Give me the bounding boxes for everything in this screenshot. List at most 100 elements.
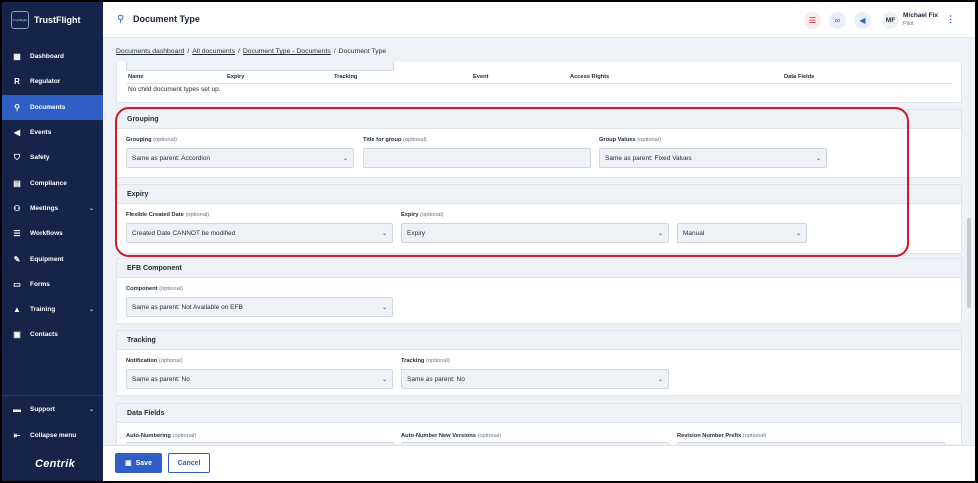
grouping-label: Grouping (optional)	[126, 137, 177, 143]
data-fields-card: Data Fields Auto-Numbering (optional) Au…	[116, 403, 962, 444]
dashboard-icon: ▦	[13, 52, 21, 62]
expiry-card: Expiry Flexible Created Date (optional) …	[116, 184, 962, 254]
data-fields-header: Data Fields	[117, 404, 961, 423]
section-title: Expiry	[127, 190, 149, 198]
announcement-icon[interactable]: ◀	[854, 12, 871, 29]
section-title: EFB Component	[127, 264, 182, 272]
sidebar: TrustFlight TrustFlight ▦ Dashboard R Re…	[2, 2, 103, 481]
tracking-label: Tracking (optional)	[401, 358, 450, 364]
grouping-select[interactable]: Same as parent: Accordion ⌄	[126, 148, 354, 168]
sidebar-item-label: Equipment	[30, 255, 64, 263]
scrollbar-thumb[interactable]	[967, 218, 971, 308]
chevron-down-icon: ⌄	[342, 156, 348, 162]
auto-numbering-input[interactable]	[126, 442, 394, 444]
component-select[interactable]: Same as parent: Not Available on EFB ⌄	[126, 297, 393, 317]
column-header-name: Name	[128, 74, 144, 80]
chevron-down-icon: ⌄	[657, 377, 663, 383]
column-header-event: Event	[473, 74, 489, 80]
contacts-icon: ▣	[13, 330, 21, 340]
flexible-created-date-label: Flexible Created Date (optional)	[126, 212, 210, 218]
notification-select[interactable]: Same as parent: No ⌄	[126, 369, 393, 389]
sidebar-item-dashboard[interactable]: ▦ Dashboard	[2, 44, 103, 69]
child-type-input[interactable]	[126, 62, 394, 71]
expiry-label: Expiry (optional)	[401, 212, 444, 218]
efb-component-card: EFB Component Component (optional) Same …	[116, 258, 962, 324]
section-title: Data Fields	[127, 409, 165, 417]
sidebar-item-label: Meetings	[30, 204, 59, 212]
megaphone-icon: ◀	[13, 128, 21, 138]
shield-icon: ⛉	[14, 152, 20, 162]
main-scrollbar[interactable]	[965, 42, 972, 442]
breadcrumb-document-type-documents[interactable]: Document Type - Documents	[243, 48, 331, 55]
sidebar-item-label: Events	[30, 129, 52, 137]
save-button[interactable]: ▣ Save	[115, 453, 162, 473]
paperclip-icon: ⚲	[117, 14, 125, 25]
breadcrumb-current: Document Type	[338, 48, 387, 55]
more-menu-icon[interactable]: ⋮	[946, 14, 955, 25]
sidebar-item-events[interactable]: ◀ Events	[2, 120, 103, 145]
expiry-select[interactable]: Expiry ⌄	[401, 223, 669, 243]
auto-number-versions-input[interactable]	[401, 442, 669, 444]
brand[interactable]: TrustFlight TrustFlight	[11, 11, 81, 29]
collapse-menu-label: Collapse menu	[30, 431, 77, 439]
sidebar-item-equipment[interactable]: ✎ Equipment	[2, 246, 103, 271]
regulator-icon: R	[14, 77, 20, 87]
sidebar-item-safety[interactable]: ⛉ Safety	[2, 145, 103, 170]
sidebar-item-meetings[interactable]: ⚇ Meetings ⌄	[2, 196, 103, 221]
collapse-menu-button[interactable]: ⇤ Collapse menu	[2, 422, 103, 448]
sidebar-item-documents[interactable]: ⚲ Documents	[2, 94, 103, 120]
main-content[interactable]: Name Expiry Tracking Event Access Rights…	[116, 62, 962, 444]
user-role: Pilot	[903, 21, 914, 27]
chevron-down-icon: ⌄	[88, 406, 94, 413]
tracking-select[interactable]: Same as parent: No ⌄	[401, 369, 669, 389]
sidebar-item-label: Forms	[30, 280, 50, 288]
column-header-data-fields: Data Fields	[784, 74, 815, 80]
avatar[interactable]: MF	[882, 12, 899, 29]
breadcrumb-all-documents[interactable]: All documents	[192, 48, 235, 55]
chevron-down-icon: ⌄	[381, 377, 387, 383]
grouping-card: Grouping Grouping (optional) Same as par…	[116, 109, 962, 178]
sidebar-item-regulator[interactable]: R Regulator	[2, 69, 103, 94]
sidebar-item-label: Regulator	[30, 78, 61, 86]
sidebar-item-compliance[interactable]: ▤ Compliance	[2, 170, 103, 195]
empty-state-text: No child document types set up.	[128, 86, 221, 93]
sidebar-item-contacts[interactable]: ▣ Contacts	[2, 322, 103, 347]
sidebar-item-workflows[interactable]: ☰ Workflows	[2, 221, 103, 246]
paperclip-icon: ⚲	[14, 102, 20, 112]
grouping-header: Grouping	[117, 110, 961, 129]
title-for-group-label: Title for group (optional)	[363, 137, 427, 143]
clipboard-icon: ▤	[13, 178, 21, 188]
support-icon: ▬	[13, 404, 21, 414]
flexible-created-date-select[interactable]: Created Date CANNOT be modified ⌄	[126, 223, 393, 243]
expiry-mode-select[interactable]: Manual ⌄	[677, 223, 807, 243]
component-label: Component (optional)	[126, 286, 183, 292]
sidebar-item-label: Compliance	[30, 179, 67, 187]
centrik-logo: Centrik	[35, 458, 75, 470]
chevron-down-icon: ⌄	[815, 156, 821, 162]
database-icon[interactable]: ☰	[804, 12, 821, 29]
user-name[interactable]: Michael Fix	[903, 12, 938, 19]
link-icon[interactable]: ∞	[829, 12, 846, 29]
breadcrumb-separator: /	[333, 48, 336, 55]
column-header-tracking: Tracking	[334, 74, 358, 80]
efb-component-header: EFB Component	[117, 259, 961, 278]
cancel-button[interactable]: Cancel	[168, 453, 210, 473]
revision-prefix-input[interactable]	[677, 442, 945, 444]
graduation-cap-icon: ▲	[13, 305, 21, 315]
sidebar-item-forms[interactable]: ▭ Forms	[2, 272, 103, 297]
sidebar-item-label: Safety	[30, 154, 50, 162]
save-icon: ▣	[125, 460, 132, 467]
section-title: Grouping	[127, 115, 159, 123]
brand-name: TrustFlight	[34, 15, 81, 25]
breadcrumb-documents-dashboard[interactable]: Documents dashboard	[116, 48, 184, 55]
column-header-expiry: Expiry	[227, 74, 245, 80]
breadcrumb-separator: /	[237, 48, 240, 55]
expiry-header: Expiry	[117, 185, 961, 204]
title-for-group-input[interactable]	[363, 148, 591, 168]
table-divider	[126, 83, 952, 84]
sidebar-item-support[interactable]: ▬ Support ⌄	[2, 396, 103, 422]
child-document-types-card: Name Expiry Tracking Event Access Rights…	[116, 62, 962, 103]
group-values-select[interactable]: Same as parent: Fixed Values ⌄	[599, 148, 827, 168]
section-title: Tracking	[127, 336, 156, 344]
sidebar-item-training[interactable]: ▲ Training ⌄	[2, 297, 103, 322]
